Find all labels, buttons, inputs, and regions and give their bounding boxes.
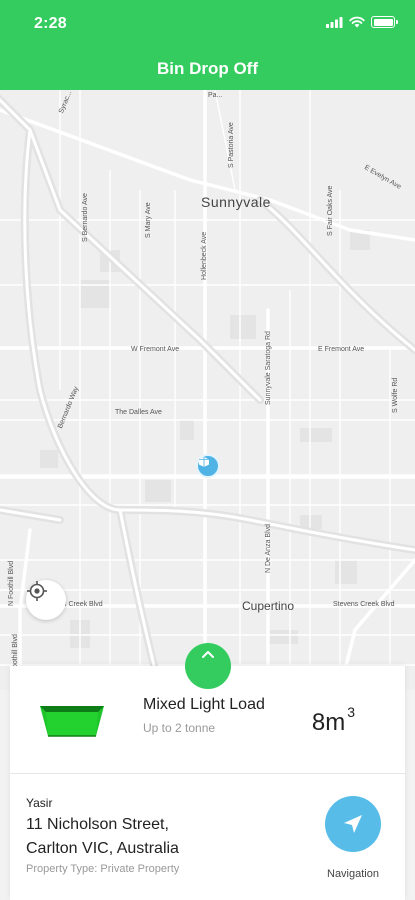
map-label-s-fair-oaks: S Fair Oaks Ave (327, 185, 334, 236)
map-label-hollenbeck: Hollenbeck Ave (201, 231, 208, 280)
map-label-sunnyvale-saratoga: Sunnyvale Saratoga Rd (265, 331, 272, 405)
my-location-button[interactable] (26, 580, 66, 620)
page-title: Bin Drop Off (156, 59, 259, 78)
status-icons (326, 16, 398, 28)
address-line-1: 11 Nicholson Street, (26, 816, 169, 833)
expand-panel-button[interactable] (185, 643, 231, 689)
map-label-foothill-blvd: oothill Blvd (12, 634, 19, 668)
crosshair-icon (27, 581, 47, 601)
navigation-label[interactable]: Navigation (316, 868, 390, 880)
map-label-cupertino: Cupertino (242, 599, 295, 613)
map-view[interactable]: Sunnyvale Cupertino W Fremont Ave E Frem… (0, 90, 415, 690)
map-label-s-bernardo: S Bernardo Ave (82, 193, 89, 242)
map-label-w-fremont: W Fremont Ave (131, 346, 180, 353)
skip-bin-icon (40, 706, 104, 737)
bin-title: Mixed Light Load (143, 696, 265, 713)
customer-name: Yasir (26, 796, 53, 810)
status-time: 2:28 (34, 15, 67, 32)
map-label-s-mary: S Mary Ave (145, 202, 152, 238)
map-label-e-fremont: E Fremont Ave (318, 346, 365, 353)
map-label-s-wolfe: S Wolfe Rd (392, 377, 399, 413)
status-bar: 2:28 (0, 0, 415, 48)
address-row: Yasir 11 Nicholson Street, Carlton VIC, … (10, 774, 405, 900)
bin-location-marker[interactable] (196, 454, 220, 478)
bin-size: 8m 3 (311, 704, 355, 737)
bin-capacity: Up to 2 tonne (143, 721, 216, 735)
battery-icon (371, 16, 398, 28)
address-line-2: Carlton VIC, Australia (26, 840, 179, 857)
map-label-stevens-creek-right: Stevens Creek Blvd (333, 601, 395, 608)
property-type: Property Type: Private Property (26, 863, 180, 875)
navigation-button[interactable] (325, 796, 381, 852)
bin-marker-icon (199, 457, 209, 467)
map-label-dalles: The Dalles Ave (115, 409, 162, 416)
signal-icon (326, 16, 343, 28)
map-label-sunnyvale: Sunnyvale (201, 194, 271, 210)
booking-details-card: Mixed Light Load Up to 2 tonne 8m 3 Yasir… (10, 666, 405, 900)
navigation-arrow-icon (344, 815, 362, 833)
bin-size-value: 8m (311, 709, 346, 736)
map-label-n-de-anza: N De Anza Blvd (265, 523, 272, 573)
map-label-pastoria-top: Pa... (208, 92, 223, 99)
map-label-s-pastoria: S Pastoria Ave (228, 122, 235, 168)
bin-size-exponent: 3 (347, 704, 355, 720)
wifi-icon (349, 16, 365, 28)
chevron-up-icon (202, 651, 214, 658)
app-header: Bin Drop Off (0, 48, 415, 90)
map-label-n-foothill: N Foothill Blvd (8, 560, 15, 606)
map-label-stevens-creek-left: s Creek Blvd (63, 601, 103, 608)
